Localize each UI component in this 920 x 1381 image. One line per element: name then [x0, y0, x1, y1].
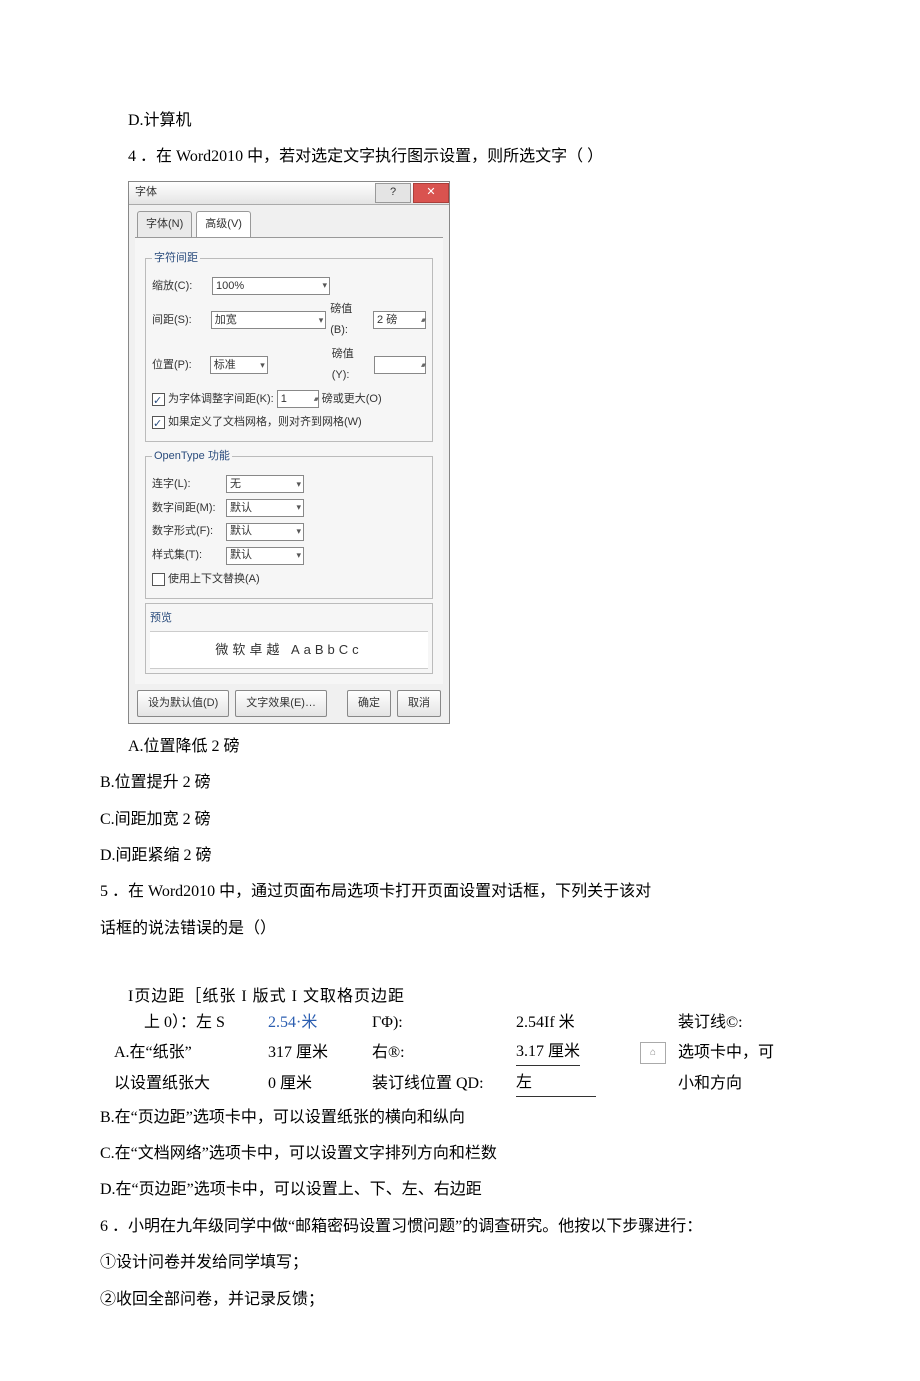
spacing-pt-spin[interactable]: 2 磅 [373, 311, 426, 329]
kerning-label: 为字体调整字间距(K): [168, 389, 274, 410]
ligatures-combo[interactable]: 无 [226, 475, 304, 493]
kerning-spin[interactable]: 1 [277, 390, 319, 408]
spacing-label: 间距(S): [152, 310, 207, 331]
q5-r1c6: 装订线©: [678, 1010, 798, 1036]
position-label: 位置(P): [152, 355, 206, 376]
opentype-group: OpenType 功能 连字(L):无 数字间距(M):默认 数字形式(F):默… [145, 446, 433, 599]
q6-step-2: ②收回全部问卷，并记录反馈； [100, 1285, 820, 1315]
styleset-label: 样式集(T): [152, 545, 222, 566]
opentype-legend: OpenType 功能 [152, 446, 232, 467]
cancel-button[interactable]: 取消 [397, 690, 441, 717]
spacing-pt-label: 磅值(B): [330, 299, 369, 341]
snapgrid-label: 如果定义了文档网格，则对齐到网格(W) [168, 412, 362, 433]
q5-stem-2: 话框的说法错误的是（） [100, 914, 820, 944]
q5-r1c4: 2.54If 米 [516, 1010, 636, 1036]
q4-option-b: B.位置提升 2 磅 [100, 768, 820, 798]
position-combo[interactable]: 标准 [210, 356, 268, 374]
q4-option-a: A.位置降低 2 磅 [100, 732, 820, 762]
scale-combo[interactable]: 100% [212, 277, 330, 295]
numspacing-label: 数字间距(M): [152, 498, 222, 519]
snapgrid-checkbox[interactable] [152, 416, 165, 429]
scale-label: 缩放(C): [152, 276, 208, 297]
kerning-unit: 磅或更大(O) [322, 389, 382, 410]
contextual-checkbox[interactable] [152, 573, 165, 586]
q5-r1c1: 上 0）：左 S [114, 1010, 264, 1036]
q5-r3c2: 0 厘米 [268, 1071, 368, 1097]
numspacing-combo[interactable]: 默认 [226, 499, 304, 517]
contextual-label: 使用上下文替换(A) [168, 569, 260, 590]
q5-r2c6: 选项卡中，可 [678, 1040, 798, 1066]
preview-text: 微软卓越 AaBbCc [150, 631, 428, 669]
q5-option-d: D.在“页边距”选项卡中，可以设置上、下、左、右边距 [100, 1175, 820, 1205]
numform-combo[interactable]: 默认 [226, 523, 304, 541]
q6-stem: 6 ．小明在九年级同学中做“邮箱密码设置习惯问题”的调查研究。他按以下步骤进行： [100, 1212, 820, 1242]
ligatures-label: 连字(L): [152, 474, 222, 495]
set-default-button[interactable]: 设为默认值(D) [137, 690, 229, 717]
q6-step-1: ①设计问卷并发给同学填写； [100, 1248, 820, 1278]
q5-option-c: C.在“文档网络”选项卡中，可以设置文字排列方向和栏数 [100, 1139, 820, 1169]
q5-r3c4: 左 [516, 1070, 636, 1097]
orientation-icon: ⌂ [640, 1042, 666, 1064]
q5-r2c3: 右®: [372, 1040, 512, 1066]
q5-tabs-row: I页边距［纸张 I 版式 I 文取格页边距 [114, 984, 820, 1010]
position-pt-label: 磅值(Y): [332, 344, 370, 386]
font-dialog: 字体 ? ✕ 字体(N) 高级(V) 字符间距 缩放(C): 100% 间距(S… [128, 181, 450, 724]
ok-button[interactable]: 确定 [347, 690, 391, 717]
spacing-combo[interactable]: 加宽 [211, 311, 327, 329]
q5-r2c2: 317 厘米 [268, 1040, 368, 1066]
char-spacing-group: 字符间距 缩放(C): 100% 间距(S): 加宽 磅值(B): 2 磅 位置… [145, 248, 433, 442]
q5-r1c3: ΓΦ): [372, 1010, 512, 1036]
dialog-title: 字体 [135, 182, 157, 203]
q5-r3c6: 小和方向 [678, 1071, 798, 1097]
q3-option-d: D.计算机 [100, 106, 820, 136]
char-spacing-legend: 字符间距 [152, 248, 200, 269]
q4-option-c: C.间距加宽 2 磅 [100, 805, 820, 835]
dialog-titlebar: 字体 ? ✕ [129, 182, 449, 205]
text-effects-button[interactable]: 文字效果(E)… [235, 690, 327, 717]
tab-advanced[interactable]: 高级(V) [196, 211, 251, 237]
numform-label: 数字形式(F): [152, 521, 222, 542]
q5-grid: 上 0）：左 S 2.54·米 ΓΦ): 2.54If 米 装订线©: A.在“… [114, 1010, 820, 1097]
close-button[interactable]: ✕ [413, 183, 449, 203]
q4-stem: 4 ．在 Word2010 中，若对选定文字执行图示设置，则所选文字（ ） [100, 142, 820, 172]
q5-stem-1: 5 ．在 Word2010 中，通过页面布局选项卡打开页面设置对话框，下列关于该… [100, 877, 820, 907]
q5-r3c3: 装订线位置 QD: [372, 1071, 512, 1097]
q4-option-d: D.间距紧缩 2 磅 [100, 841, 820, 871]
q5-r2c0: A.在“纸张” [114, 1040, 264, 1066]
q5-r1c2: 2.54·米 [268, 1010, 368, 1036]
q5-r2c4: 3.17 厘米 [516, 1039, 636, 1066]
kerning-checkbox[interactable] [152, 393, 165, 406]
help-button[interactable]: ? [375, 183, 411, 203]
styleset-combo[interactable]: 默认 [226, 547, 304, 565]
tab-font[interactable]: 字体(N) [137, 211, 192, 237]
q5-option-b: B.在“页边距”选项卡中，可以设置纸张的横向和纵向 [100, 1103, 820, 1133]
preview-label: 预览 [150, 608, 428, 629]
preview-panel: 预览 微软卓越 AaBbCc [145, 603, 433, 674]
q5-r3c0: 以设置纸张大 [114, 1071, 264, 1097]
position-pt-spin[interactable] [374, 356, 426, 374]
